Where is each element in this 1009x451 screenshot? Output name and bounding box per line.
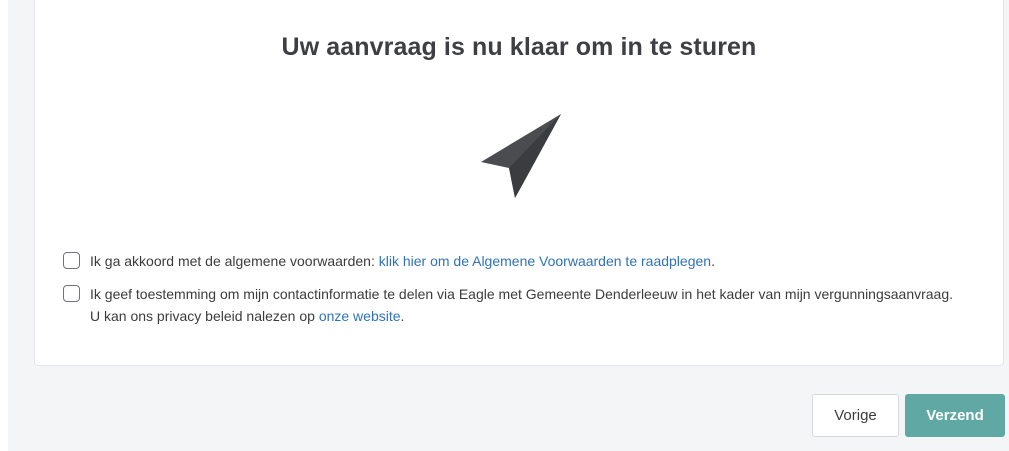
privacy-website-link[interactable]: onze website [319, 308, 401, 324]
privacy-consent-row: Ik geef toestemming om mijn contactinfor… [63, 283, 963, 327]
privacy-checkbox[interactable] [63, 285, 80, 302]
privacy-consent-suffix: . [400, 308, 405, 324]
submission-card: Uw aanvraag is nu klaar om in te sturen … [34, 0, 1004, 366]
terms-consent-suffix: . [711, 253, 715, 269]
terms-checkbox[interactable] [63, 252, 80, 269]
terms-consent-text: Ik ga akkoord met de algemene voorwaarde… [90, 253, 379, 269]
terms-consent-label: Ik ga akkoord met de algemene voorwaarde… [90, 250, 715, 272]
terms-link[interactable]: klik hier om de Algemene Voorwaarden te … [379, 253, 711, 269]
privacy-consent-text: Ik geef toestemming om mijn contactinfor… [90, 286, 954, 324]
send-button[interactable]: Verzend [905, 394, 1005, 437]
paper-plane-icon [481, 114, 561, 198]
terms-consent-row: Ik ga akkoord met de algemene voorwaarde… [63, 250, 963, 272]
privacy-consent-label: Ik geef toestemming om mijn contactinfor… [90, 283, 963, 327]
page-title: Uw aanvraag is nu klaar om in te sturen [281, 33, 757, 61]
previous-button[interactable]: Vorige [812, 394, 899, 437]
